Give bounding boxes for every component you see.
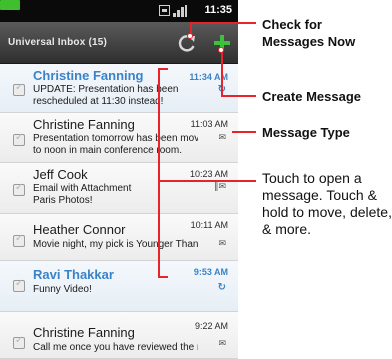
message-row[interactable]: Christine Fanning Call me once you have … [0,312,238,359]
select-checkbox[interactable] [13,82,25,96]
select-checkbox[interactable] [13,182,25,196]
callout-line-check [190,22,256,24]
attachment-email-icon: ‖✉ [213,182,226,192]
callout-message-type: Message Type [262,125,350,140]
status-time: 11:35 [204,4,232,16]
message-subject: Call me once you have reviewed the n... [33,342,198,353]
message-row[interactable]: Ravi Thakkar Funny Video! 9:53 AM ↻ [0,261,238,312]
message-sender: Christine Fanning [33,68,144,83]
status-bar: 11:35 [0,0,238,22]
callout-touch-message: Touch to open a message. Touch & hold to… [262,170,392,237]
message-time: 9:22 AM [194,321,228,331]
message-subject: Presentation tomorrow has been moved [33,133,198,144]
callout-line-create [221,95,256,97]
callout-bracket [158,68,160,278]
message-row[interactable]: Heather Connor Movie night, my pick is Y… [0,214,238,261]
email-icon: ✉ [218,239,226,249]
message-subject: Funny Video! [33,284,92,295]
inbox-title: Universal Inbox (15) [8,37,108,48]
email-icon: ✉ [218,339,226,349]
callout-line-create [221,52,223,96]
message-time: 11:03 AM [190,119,228,129]
message-subject-continued: Paris Photos! [33,195,93,206]
signal-icon [173,5,187,17]
title-bar: Universal Inbox (15) [0,22,238,64]
battery-icon [0,0,20,10]
select-checkbox[interactable] [13,335,25,349]
message-subject-continued: to noon in main conference room. [33,145,182,156]
message-row[interactable]: Christine Fanning Presentation tomorrow … [0,113,238,163]
callout-bracket [158,68,168,70]
message-sender: Christine Fanning [33,325,135,340]
email-icon: ✉ [218,133,226,143]
message-sender: Christine Fanning [33,117,135,132]
callout-bracket [158,276,168,278]
message-row[interactable]: Christine Fanning UPDATE: Presentation h… [0,64,238,113]
message-time: 10:23 AM [189,169,228,179]
photo-notification-icon [159,5,170,16]
callout-dot-check [187,33,193,39]
callout-check-messages: Check for Messages Now [262,17,356,49]
message-sender: Jeff Cook [33,167,88,182]
select-checkbox[interactable] [13,278,25,292]
callout-dot-create [218,47,224,53]
select-checkbox[interactable] [13,132,25,146]
select-checkbox[interactable] [13,233,25,247]
message-subject: Email with Attachment [33,183,132,194]
sync-icon: ↻ [217,282,226,293]
message-subject: Movie night, my pick is Younger Than Eve… [33,239,198,250]
message-sender: Ravi Thakkar [33,267,114,282]
callout-line-type [232,131,256,133]
message-subject-continued: rescheduled at 11:30 instead! [33,96,164,107]
message-row[interactable]: Jeff Cook Email with Attachment Paris Ph… [0,163,238,214]
callout-line-touch [158,180,256,182]
message-time: 9:53 AM [193,267,228,277]
message-list[interactable]: Christine Fanning UPDATE: Presentation h… [0,64,238,359]
message-sender: Heather Connor [33,222,126,237]
message-time: 10:11 AM [190,220,228,230]
callout-create-message: Create Message [262,89,361,104]
message-subject: UPDATE: Presentation has been [33,84,179,95]
